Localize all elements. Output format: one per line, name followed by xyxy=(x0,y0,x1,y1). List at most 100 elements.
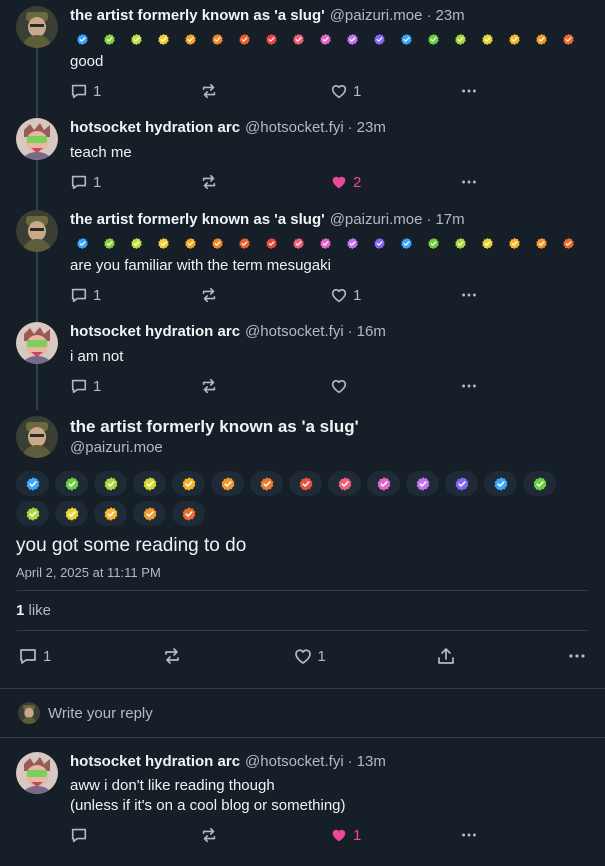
display-name[interactable]: the artist formerly known as 'a slug' xyxy=(70,210,325,230)
verified-badge-icon[interactable] xyxy=(502,31,526,49)
verified-badge-icon[interactable] xyxy=(529,235,553,253)
verified-badge-icon[interactable] xyxy=(205,235,229,253)
verified-badge-icon[interactable] xyxy=(502,235,526,253)
verified-badge-icon[interactable] xyxy=(70,235,94,253)
verified-badge-icon[interactable] xyxy=(340,235,364,253)
like-count-summary[interactable]: 1 like xyxy=(0,601,605,621)
verified-badge-icon[interactable] xyxy=(367,31,391,49)
verified-badge-icon[interactable] xyxy=(421,235,445,253)
more-options-button[interactable] xyxy=(460,377,478,395)
verified-badge-icon[interactable] xyxy=(172,471,205,496)
reply-button[interactable] xyxy=(70,826,200,844)
verified-badge-icon[interactable] xyxy=(232,31,256,49)
verified-badge-icon[interactable] xyxy=(328,471,361,496)
verified-badge-icon[interactable] xyxy=(124,235,148,253)
verified-badge-icon[interactable] xyxy=(97,235,121,253)
verified-badge-icon[interactable] xyxy=(172,501,205,526)
verified-badge-icon[interactable] xyxy=(124,31,148,49)
more-options-button[interactable] xyxy=(460,82,478,100)
like-button[interactable]: 1 xyxy=(293,646,326,666)
verified-badge-icon[interactable] xyxy=(259,31,283,49)
verified-badge-icon[interactable] xyxy=(211,471,244,496)
display-name[interactable]: the artist formerly known as 'a slug' xyxy=(70,6,325,26)
repost-button[interactable] xyxy=(200,826,330,844)
display-name[interactable]: hotsocket hydration arc xyxy=(70,322,240,342)
verified-badge-icon[interactable] xyxy=(55,501,88,526)
verified-badge-icon[interactable] xyxy=(151,235,175,253)
verified-badge-icon[interactable] xyxy=(205,31,229,49)
reply-button[interactable]: 1 xyxy=(70,82,200,100)
repost-button[interactable] xyxy=(200,173,330,191)
verified-badge-icon[interactable] xyxy=(475,31,499,49)
verified-badge-icon[interactable] xyxy=(394,235,418,253)
timestamp[interactable]: 13m xyxy=(357,752,386,772)
thread-post[interactable]: hotsocket hydration arc @hotsocket.fyi · 16… xyxy=(0,322,605,399)
avatar[interactable] xyxy=(16,752,58,794)
verified-badge-icon[interactable] xyxy=(286,235,310,253)
avatar[interactable] xyxy=(16,6,58,48)
handle[interactable]: @hotsocket.fyi xyxy=(245,752,344,772)
repost-button[interactable] xyxy=(200,82,330,100)
verified-badge-icon[interactable] xyxy=(523,471,556,496)
handle[interactable]: @hotsocket.fyi xyxy=(245,322,344,342)
avatar[interactable] xyxy=(16,416,58,458)
verified-badge-icon[interactable] xyxy=(133,501,166,526)
handle[interactable]: @paizuri.moe xyxy=(330,210,423,230)
verified-badge-icon[interactable] xyxy=(313,31,337,49)
verified-badge-icon[interactable] xyxy=(94,471,127,496)
repost-button[interactable] xyxy=(162,646,182,666)
like-button[interactable]: 1 xyxy=(330,82,460,100)
verified-badge-icon[interactable] xyxy=(94,501,127,526)
verified-badge-icon[interactable] xyxy=(286,31,310,49)
repost-button[interactable] xyxy=(200,377,330,395)
reply-input-placeholder[interactable]: Write your reply xyxy=(48,705,153,722)
verified-badge-icon[interactable] xyxy=(178,235,202,253)
timestamp[interactable]: 23m xyxy=(435,6,464,26)
repost-button[interactable] xyxy=(200,286,330,304)
verified-badge-icon[interactable] xyxy=(445,471,478,496)
avatar[interactable] xyxy=(16,210,58,252)
verified-badge-icon[interactable] xyxy=(367,471,400,496)
verified-badge-icon[interactable] xyxy=(556,235,580,253)
handle[interactable]: @paizuri.moe xyxy=(330,6,423,26)
timestamp[interactable]: 17m xyxy=(435,210,464,230)
share-button[interactable] xyxy=(436,646,456,666)
reply-button[interactable]: 1 xyxy=(18,646,51,666)
verified-badge-icon[interactable] xyxy=(178,31,202,49)
reply-button[interactable]: 1 xyxy=(70,377,200,395)
verified-badge-icon[interactable] xyxy=(406,471,439,496)
verified-badge-icon[interactable] xyxy=(313,235,337,253)
timestamp[interactable]: 16m xyxy=(357,322,386,342)
verified-badge-icon[interactable] xyxy=(16,501,49,526)
verified-badge-icon[interactable] xyxy=(97,31,121,49)
more-options-button[interactable] xyxy=(567,646,587,666)
verified-badge-icon[interactable] xyxy=(259,235,283,253)
verified-badge-icon[interactable] xyxy=(475,235,499,253)
timestamp[interactable]: 23m xyxy=(357,118,386,138)
avatar[interactable] xyxy=(16,322,58,364)
verified-badge-icon[interactable] xyxy=(250,471,283,496)
reply-post[interactable]: hotsocket hydration arc @hotsocket.fyi ·… xyxy=(0,752,605,848)
verified-badge-icon[interactable] xyxy=(232,235,256,253)
more-options-button[interactable] xyxy=(460,286,478,304)
more-options-button[interactable] xyxy=(460,173,478,191)
verified-badge-icon[interactable] xyxy=(394,31,418,49)
reply-button[interactable]: 1 xyxy=(70,173,200,191)
verified-badge-icon[interactable] xyxy=(55,471,88,496)
like-button[interactable]: 2 xyxy=(330,173,460,191)
verified-badge-icon[interactable] xyxy=(529,31,553,49)
verified-badge-icon[interactable] xyxy=(421,31,445,49)
like-button[interactable]: 1 xyxy=(330,826,460,844)
handle[interactable]: @paizuri.moe xyxy=(70,438,605,458)
reply-composer-bar[interactable]: Write your reply xyxy=(0,688,605,738)
verified-badge-icon[interactable] xyxy=(289,471,322,496)
display-name[interactable]: the artist formerly known as 'a slug' xyxy=(70,416,605,438)
avatar[interactable] xyxy=(16,118,58,160)
thread-post[interactable]: the artist formerly known as 'a slug' @pa… xyxy=(0,210,605,308)
verified-badge-icon[interactable] xyxy=(448,31,472,49)
thread-post[interactable]: the artist formerly known as 'a slug' @pa… xyxy=(0,6,605,104)
verified-badge-icon[interactable] xyxy=(448,235,472,253)
verified-badge-icon[interactable] xyxy=(367,235,391,253)
verified-badge-icon[interactable] xyxy=(151,31,175,49)
verified-badge-icon[interactable] xyxy=(556,31,580,49)
